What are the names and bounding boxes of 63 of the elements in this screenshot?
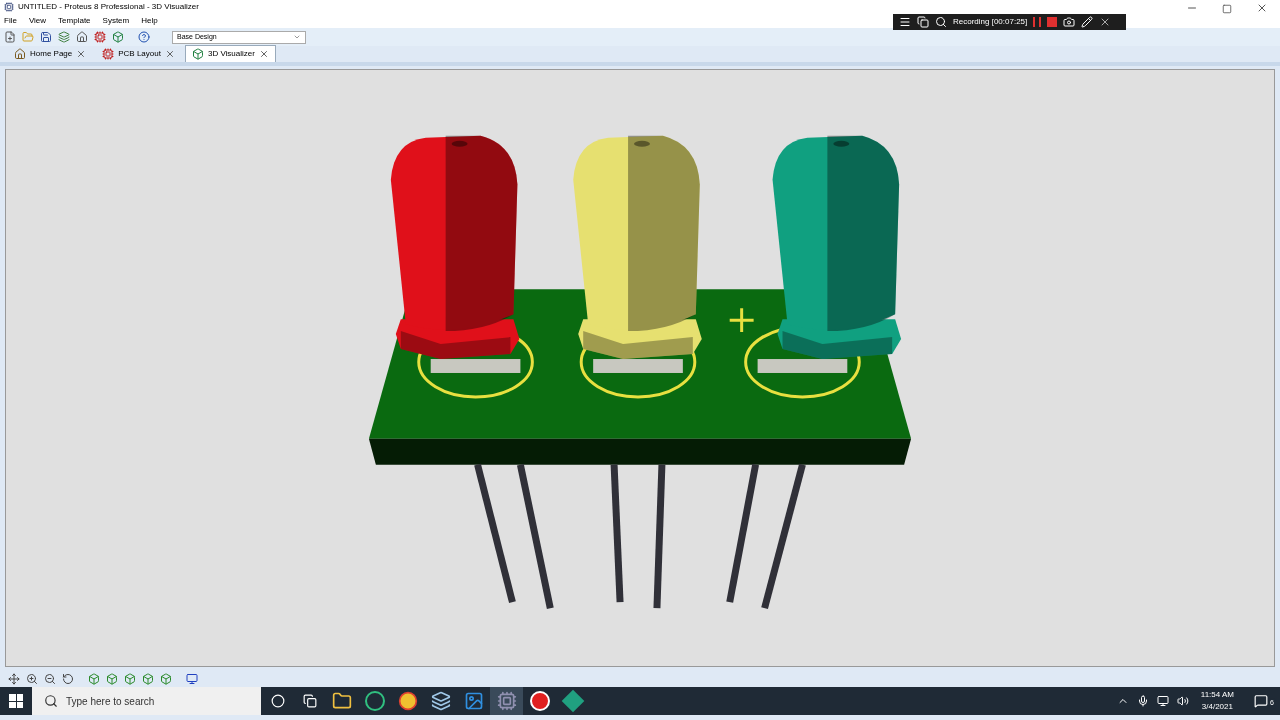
windows-logo-icon: [9, 694, 23, 708]
zoom-in-icon[interactable]: [26, 672, 38, 685]
recording-label: Recording [00:07:25]: [953, 16, 1028, 28]
chip-icon: [496, 691, 517, 711]
zoom-out-icon[interactable]: [44, 672, 56, 685]
chip-icon: [102, 47, 115, 60]
microphone-icon[interactable]: [1136, 695, 1149, 707]
pan-icon[interactable]: [8, 672, 20, 685]
browser-icon: [397, 691, 418, 711]
menu-item[interactable]: Help: [141, 15, 158, 27]
menu-icon[interactable]: [899, 16, 911, 28]
layers-icon[interactable]: [58, 31, 70, 43]
cube-icon[interactable]: [160, 672, 172, 685]
caret-icon: [293, 33, 301, 41]
cube-icon[interactable]: [124, 672, 136, 685]
clock-date: 3/4/2021: [1201, 701, 1233, 713]
close-icon[interactable]: [164, 48, 175, 59]
tab[interactable]: Home Page: [8, 45, 93, 62]
notes-icon: [430, 691, 451, 711]
tab[interactable]: 3D Visualizer: [184, 45, 276, 62]
close-icon[interactable]: [1256, 2, 1268, 14]
clock-time: 11:54 AM: [1200, 689, 1234, 701]
close-icon[interactable]: [258, 49, 269, 59]
cube-icon: [191, 48, 204, 60]
monitor-icon[interactable]: [186, 672, 198, 685]
app-logo-icon: [4, 2, 14, 12]
cube-icon[interactable]: [88, 672, 100, 685]
house-icon: [14, 47, 26, 60]
menu-item[interactable]: View: [28, 15, 47, 27]
pencil-icon[interactable]: [1081, 16, 1094, 28]
cube-icon[interactable]: [106, 672, 118, 685]
folder-icon: [331, 691, 352, 711]
new-file-icon[interactable]: [4, 31, 16, 43]
save-icon[interactable]: [40, 31, 52, 43]
menu-item[interactable]: System: [102, 15, 130, 27]
speaker-icon[interactable]: [1176, 695, 1189, 707]
tab[interactable]: PCB Layout: [96, 45, 181, 62]
camera-icon[interactable]: [1063, 16, 1076, 28]
menu-item[interactable]: File: [4, 15, 17, 27]
cube-icon[interactable]: [142, 672, 154, 685]
cortana-icon[interactable]: [271, 694, 285, 708]
network-icon[interactable]: [1156, 695, 1169, 707]
notification-icon[interactable]: [1254, 694, 1268, 708]
circle-u-icon: [364, 691, 385, 711]
close-icon[interactable]: [76, 48, 87, 59]
search-icon[interactable]: [935, 16, 947, 28]
rotate-icon[interactable]: [62, 672, 74, 685]
menu-item[interactable]: Template: [58, 15, 91, 27]
cube-icon[interactable]: [112, 31, 124, 43]
search-icon: [44, 694, 58, 708]
windows-icon[interactable]: [917, 16, 929, 28]
record-icon: [529, 691, 550, 711]
help-icon[interactable]: [138, 31, 150, 43]
photos-icon: [463, 691, 484, 711]
chip-icon[interactable]: [94, 31, 106, 43]
maximize-icon[interactable]: [1222, 4, 1232, 14]
house-icon[interactable]: [76, 31, 88, 43]
window-title: UNTITLED - Proteus 8 Professional - 3D Visualizer: [18, 1, 199, 13]
task-view-icon[interactable]: [303, 694, 317, 708]
search-field[interactable]: Type here to search: [32, 687, 261, 715]
stop-icon[interactable]: [1047, 17, 1058, 27]
plus-mark: [728, 306, 756, 334]
pause-icon[interactable]: [1033, 17, 1042, 27]
